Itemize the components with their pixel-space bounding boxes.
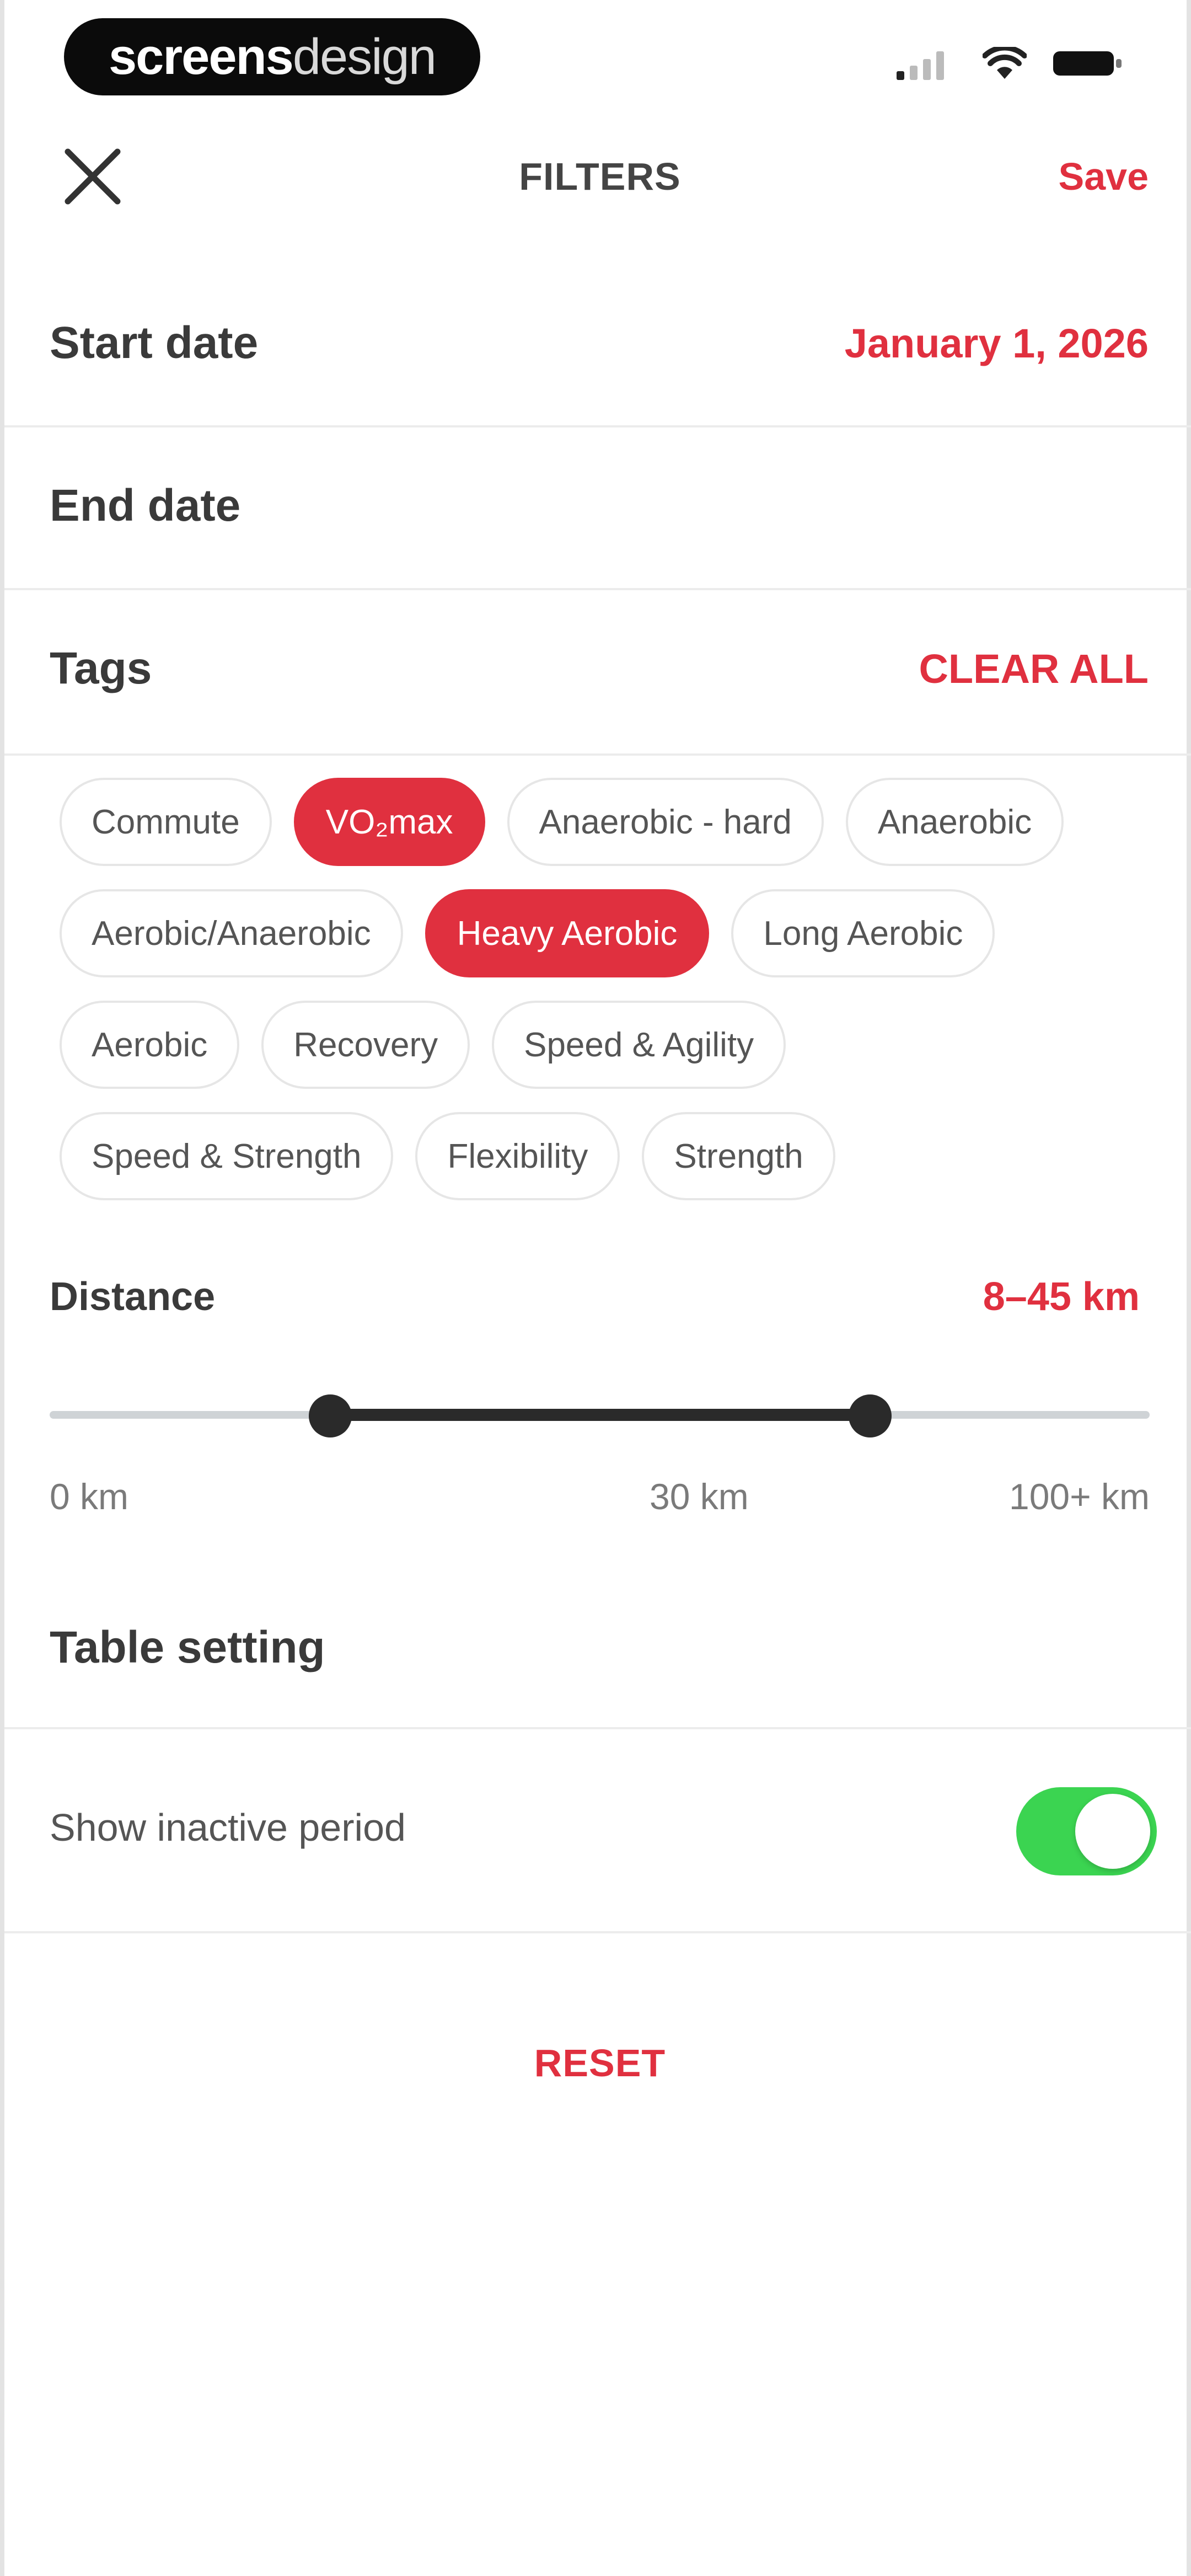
tag-chip[interactable]: Commute [60, 778, 272, 866]
show-inactive-toggle[interactable] [1016, 1787, 1157, 1875]
slider-tick-labels: 0 km 30 km 100+ km [50, 1476, 1150, 1525]
end-date-label: End date [50, 480, 241, 531]
save-button[interactable]: Save [1059, 154, 1149, 199]
phone-frame: screens design FILTERS Save Start date J… [0, 0, 1191, 2576]
tag-chip[interactable]: Speed & Agility [492, 1001, 786, 1089]
brand-logo: screens design [64, 18, 480, 95]
show-inactive-row: Show inactive period [4, 1729, 1191, 1933]
table-setting-title: Table setting [50, 1622, 325, 1672]
slider-thumb-max[interactable] [849, 1394, 892, 1437]
tag-chip[interactable]: Anaerobic [845, 778, 1064, 866]
signal-icon [897, 51, 944, 80]
tag-chip[interactable]: Strength [642, 1112, 835, 1200]
brand-light: design [292, 28, 437, 85]
reset-button[interactable]: RESET [4, 2041, 1191, 2085]
end-date-row[interactable]: End date [4, 427, 1191, 590]
tick-label-max: 100+ km [1009, 1476, 1150, 1517]
start-date-label: Start date [50, 318, 259, 368]
tag-chip[interactable]: VO₂max [293, 778, 485, 866]
start-date-value[interactable]: January 1, 2026 [845, 320, 1149, 367]
wifi-icon [983, 47, 1027, 79]
tag-chip[interactable]: Speed & Strength [60, 1112, 394, 1200]
tag-chip[interactable]: Long Aerobic [731, 889, 995, 977]
tag-chip-row: Aerobic Recovery Speed & Agility [60, 1001, 1162, 1089]
brand-bold: screens [109, 28, 294, 85]
tag-chip-row: Aerobic/Anaerobic Heavy Aerobic Long Aerob… [60, 889, 1162, 977]
slider-selected-range [330, 1409, 870, 1421]
tags-label: Tags [50, 643, 152, 693]
tags-header-row: Tags CLEAR ALL [4, 590, 1191, 756]
table-setting-header: Table setting [4, 1589, 1191, 1729]
tag-chip-row: Speed & Strength Flexibility Strength [60, 1112, 1162, 1200]
battery-icon [1053, 51, 1122, 76]
tag-chip[interactable]: Flexibility [415, 1112, 620, 1200]
start-date-row[interactable]: Start date January 1, 2026 [4, 265, 1191, 427]
page-title: FILTERS [519, 155, 681, 198]
slider-thumb-min[interactable] [309, 1394, 352, 1437]
distance-slider[interactable] [50, 1390, 1150, 1440]
show-inactive-label: Show inactive period [50, 1806, 406, 1849]
tag-chip[interactable]: Anaerobic - hard [507, 778, 824, 866]
tag-chip[interactable]: Aerobic/Anaerobic [60, 889, 403, 977]
clear-all-button[interactable]: CLEAR ALL [919, 645, 1149, 692]
status-icons [897, 47, 1124, 80]
distance-label: Distance [50, 1275, 216, 1319]
status-bar: screens design [4, 0, 1191, 116]
tick-label-min: 0 km [50, 1476, 129, 1517]
tag-chip[interactable]: Heavy Aerobic [425, 889, 710, 977]
tag-chip-row: Commute VO₂max Anaerobic - hard Anaerobic [60, 778, 1162, 866]
tag-chip[interactable]: Aerobic [60, 1001, 240, 1089]
nav-bar: FILTERS Save [4, 124, 1191, 223]
tag-chip[interactable]: Recovery [261, 1001, 470, 1089]
tick-label-mid: 30 km [650, 1476, 749, 1517]
tag-chips: Commute VO₂max Anaerobic - hard Anaerobic Ae… [60, 778, 1162, 1223]
toggle-knob [1075, 1794, 1150, 1869]
distance-range-value: 8–45 km [983, 1275, 1140, 1319]
